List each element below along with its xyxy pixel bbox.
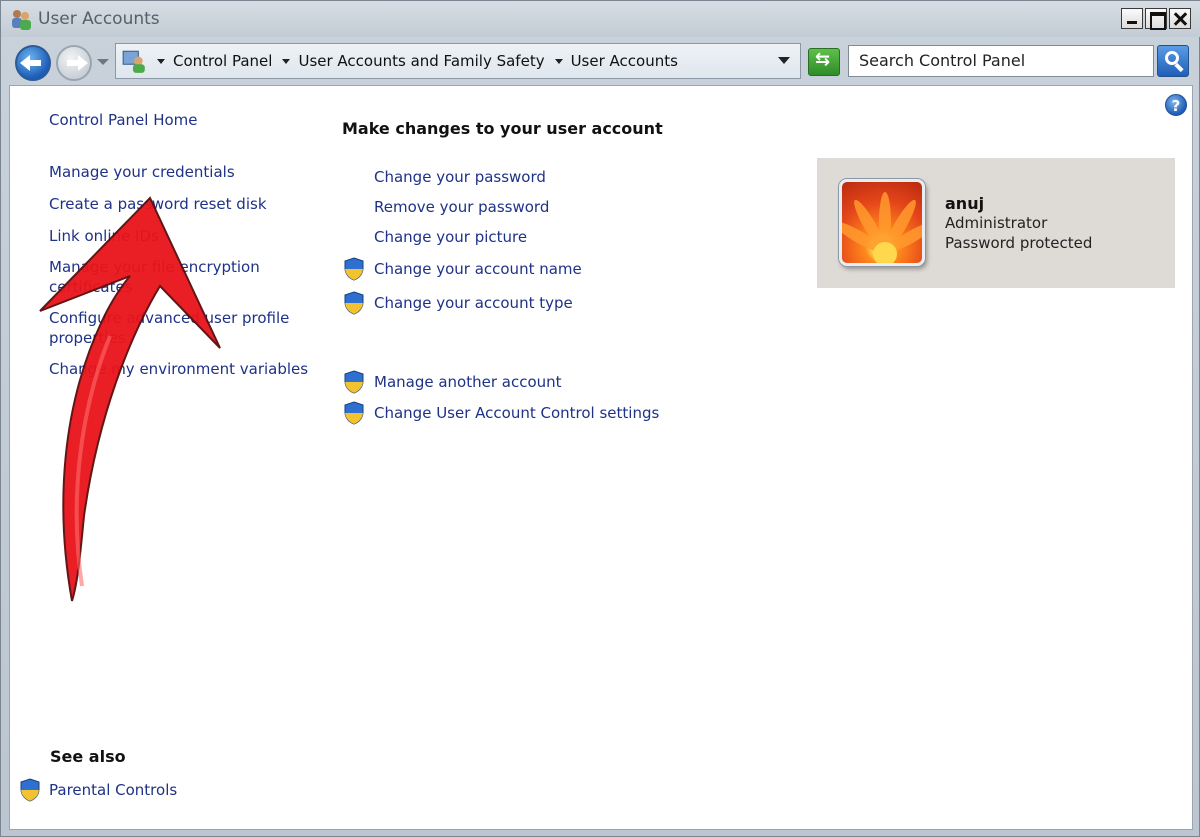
task-change-account-name[interactable]: Change your account name [343,257,582,281]
address-bar[interactable]: Control Panel User Accounts and Family S… [115,43,801,79]
flower-picture [842,192,922,263]
task-change-uac-settings[interactable]: Change User Account Control settings [343,401,659,425]
window-title: User Accounts [38,9,160,29]
user-role: Administrator [945,214,1048,232]
uac-shield-icon [20,778,40,802]
nav-link-online-ids[interactable]: Link online IDs [49,226,159,246]
content-pane: ? Control Panel Home Manage your credent… [9,85,1193,830]
task-change-picture[interactable]: Change your picture [343,228,527,246]
nav-manage-file-encryption[interactable]: Manage your file encryption certificates [49,257,279,297]
task-change-password[interactable]: Change your password [343,168,546,186]
user-accounts-icon [12,10,31,30]
user-accounts-window: User Accounts Control Panel User Account… [0,0,1200,837]
search-button[interactable] [1157,45,1189,77]
user-card: anuj Administrator Password protected [817,158,1175,288]
uac-shield-icon [344,257,364,281]
nav-manage-credentials[interactable]: Manage your credentials [49,162,235,182]
recent-pages-chevron-icon[interactable] [97,59,109,65]
breadcrumb-control-panel[interactable]: Control Panel [157,52,272,70]
avatar[interactable] [839,179,925,266]
task-remove-password[interactable]: Remove your password [343,198,549,216]
uac-shield-icon [344,370,364,394]
title-bar: User Accounts [1,1,1200,37]
window-controls [1121,8,1191,30]
password-status: Password protected [945,234,1093,252]
address-dropdown-icon[interactable] [778,57,790,64]
see-also-heading: See also [50,747,126,766]
maximize-button[interactable] [1145,8,1167,30]
chevron-down-icon[interactable] [282,58,291,64]
forward-button[interactable] [56,45,92,81]
task-manage-another-account[interactable]: Manage another account [343,370,562,394]
nav-environment-variables[interactable]: Change my environment variables [49,359,308,379]
uac-shield-icon [344,291,364,315]
nav-create-password-reset-disk[interactable]: Create a password reset disk [49,194,267,214]
chevron-down-icon[interactable] [157,58,165,64]
navigation-bar: Control Panel User Accounts and Family S… [1,37,1200,85]
section-title: Make changes to your user account [342,119,663,138]
chevron-down-icon[interactable] [554,58,563,64]
nav-control-panel-home[interactable]: Control Panel Home [49,110,198,130]
help-icon[interactable]: ? [1165,94,1187,116]
breadcrumb-user-accounts[interactable]: User Accounts [554,52,678,70]
search-input[interactable]: Search Control Panel [848,45,1154,77]
close-button[interactable] [1169,8,1191,29]
minimize-button[interactable] [1121,8,1143,29]
back-button[interactable] [15,45,51,81]
see-also-parental-controls[interactable]: Parental Controls [19,778,177,802]
user-name: anuj [945,194,985,213]
uac-shield-icon [344,401,364,425]
breadcrumb-user-accounts-family-safety[interactable]: User Accounts and Family Safety [282,52,545,70]
refresh-button[interactable] [808,48,840,76]
control-panel-icon [122,50,145,73]
nav-configure-user-profile[interactable]: Configure advanced user profile properti… [49,308,299,348]
task-change-account-type[interactable]: Change your account type [343,291,573,315]
